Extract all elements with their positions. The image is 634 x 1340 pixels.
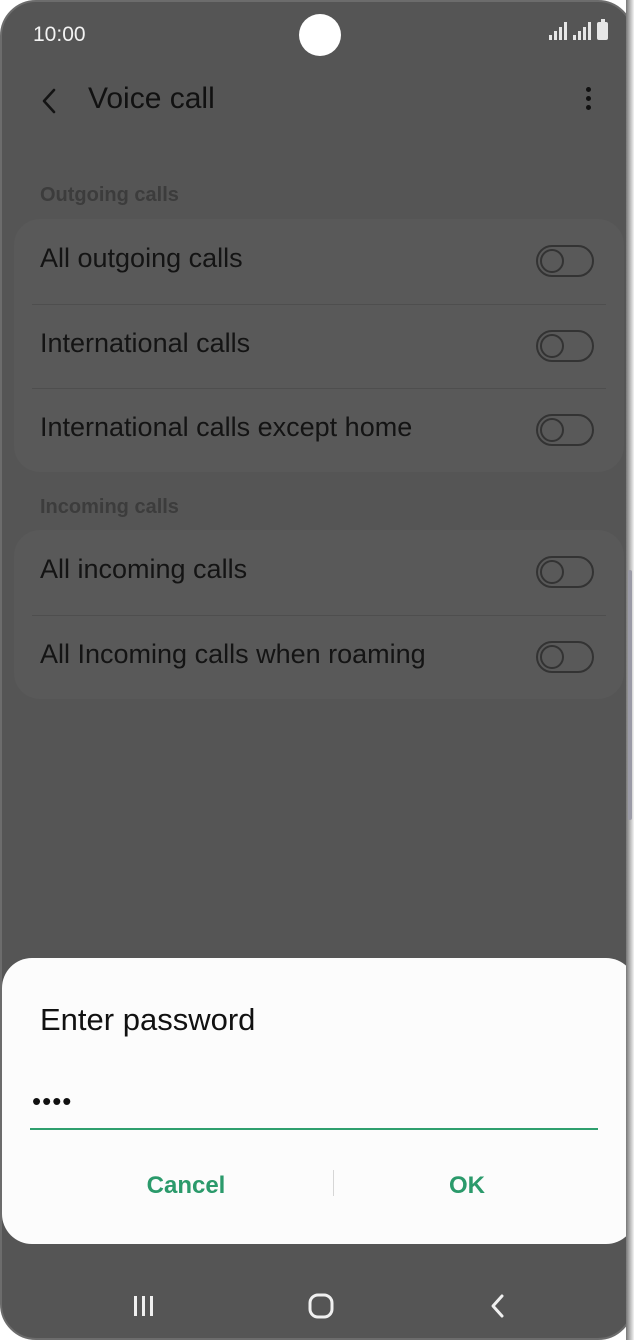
section-label-outgoing: Outgoing calls xyxy=(40,184,179,206)
system-back-button[interactable] xyxy=(478,1286,518,1326)
toggle-switch[interactable] xyxy=(536,245,594,277)
toggle-switch[interactable] xyxy=(536,414,594,446)
battery-icon xyxy=(597,19,608,40)
toggle-switch[interactable] xyxy=(536,556,594,588)
setting-row-incoming-roaming[interactable]: All Incoming calls when roaming xyxy=(14,614,624,700)
status-icons xyxy=(549,19,608,40)
status-bar: 10:00 xyxy=(2,2,632,66)
outgoing-calls-card: All outgoing calls International calls I… xyxy=(14,219,624,472)
setting-row-international-except-home[interactable]: International calls except home xyxy=(14,388,624,473)
home-icon xyxy=(308,1293,334,1319)
signal-icon xyxy=(549,22,567,40)
setting-row-all-outgoing[interactable]: All outgoing calls xyxy=(14,219,624,304)
chevron-left-icon xyxy=(42,88,56,114)
toggle-switch[interactable] xyxy=(536,329,594,362)
phone-screen: 10:00 Voice call Outgoing calls All outg… xyxy=(0,0,634,1340)
setting-label: International calls except home xyxy=(40,412,413,442)
button-divider xyxy=(333,1170,334,1196)
more-vert-icon xyxy=(576,87,600,110)
setting-row-all-incoming[interactable]: All incoming calls xyxy=(14,530,624,615)
password-dialog: Enter password Cancel OK xyxy=(2,958,632,1244)
setting-label: All outgoing calls xyxy=(40,243,243,273)
more-options-button[interactable] xyxy=(576,84,600,120)
ok-button[interactable]: OK xyxy=(367,1158,567,1214)
setting-label: All incoming calls xyxy=(40,554,248,584)
app-header: Voice call xyxy=(2,72,632,132)
setting-label: All Incoming calls when roaming xyxy=(40,638,426,669)
incoming-calls-card: All incoming calls All Incoming calls wh… xyxy=(14,530,624,699)
section-label-incoming: Incoming calls xyxy=(40,496,179,518)
back-button[interactable] xyxy=(32,82,72,122)
side-key xyxy=(628,570,632,820)
signal-icon xyxy=(573,22,591,40)
password-input[interactable] xyxy=(30,1074,598,1130)
recents-icon xyxy=(134,1296,153,1316)
home-button[interactable] xyxy=(301,1286,341,1326)
page-title: Voice call xyxy=(88,82,215,115)
setting-label: International calls xyxy=(40,327,251,358)
toggle-switch[interactable] xyxy=(536,640,594,673)
status-time: 10:00 xyxy=(33,23,86,46)
camera-cutout xyxy=(299,14,341,56)
setting-row-international[interactable]: International calls xyxy=(14,303,624,389)
back-arrow-icon xyxy=(491,1294,504,1318)
navigation-bar xyxy=(2,1264,632,1338)
cancel-button[interactable]: Cancel xyxy=(86,1158,286,1214)
dialog-title: Enter password xyxy=(40,1002,256,1037)
recents-button[interactable] xyxy=(124,1286,164,1326)
